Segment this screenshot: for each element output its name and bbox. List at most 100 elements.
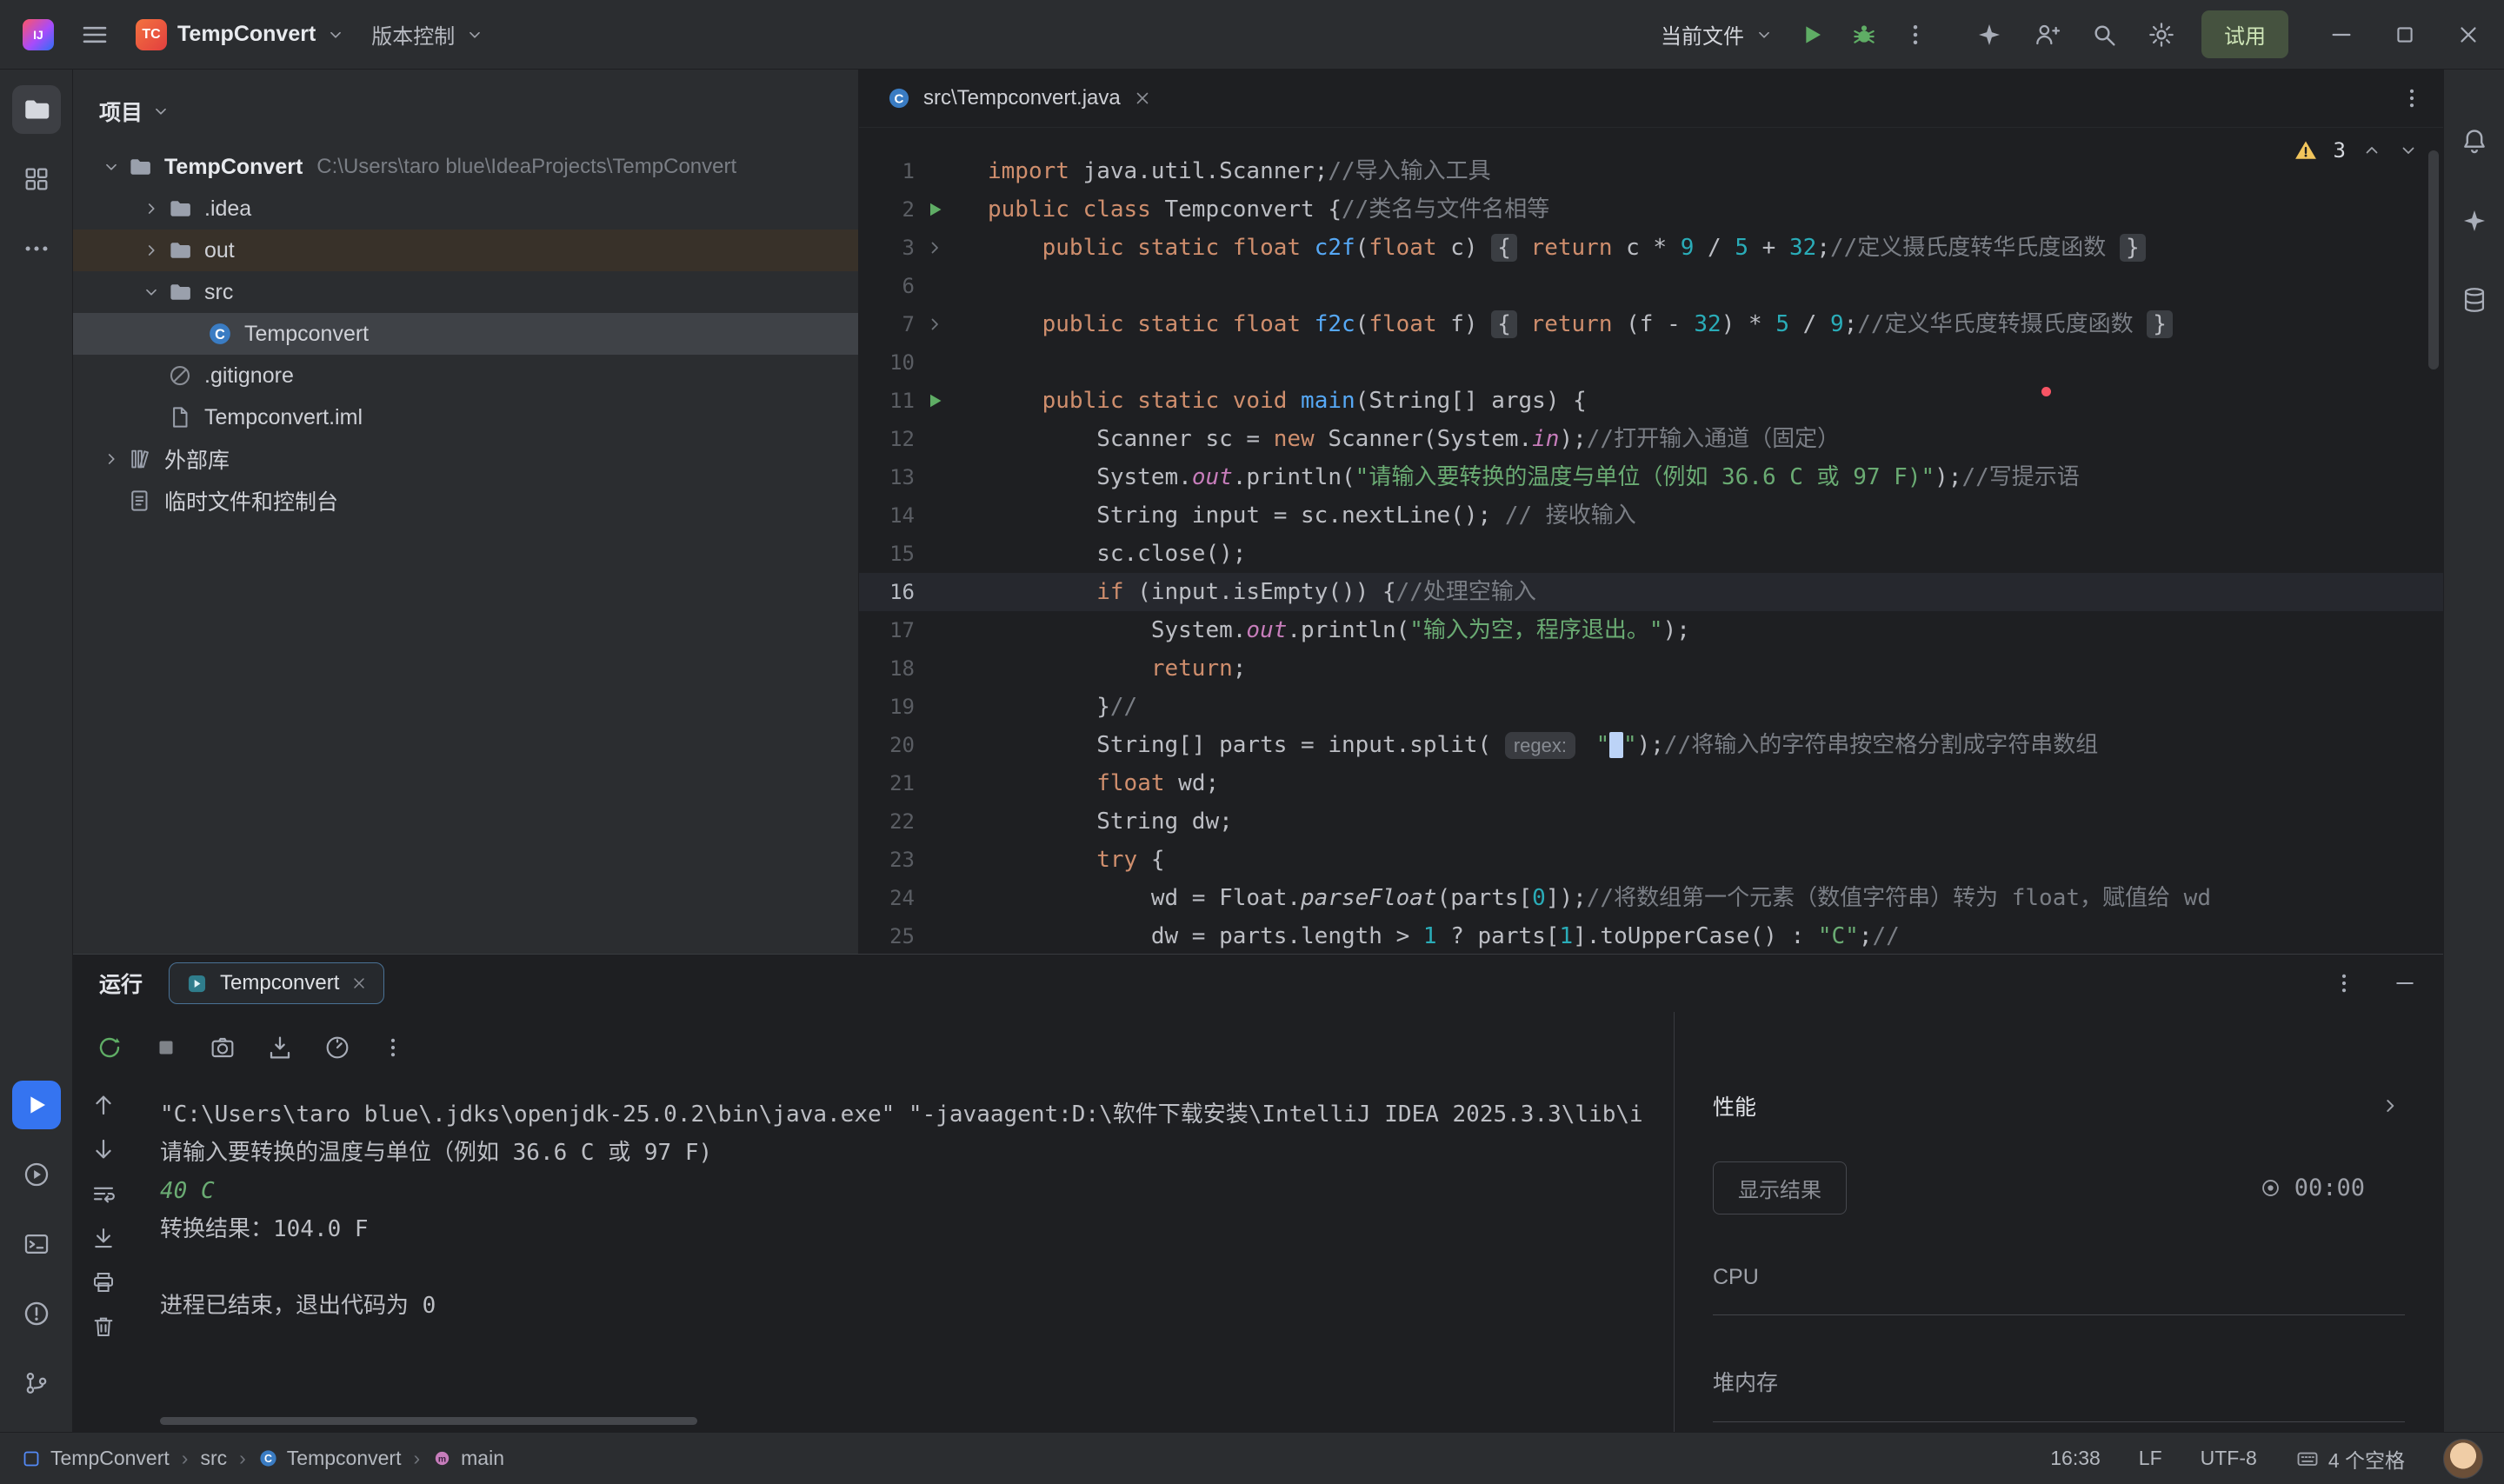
- tree-item--gitignore[interactable]: .gitignore: [73, 355, 858, 396]
- run-tab[interactable]: Tempconvert: [169, 962, 384, 1004]
- code-area[interactable]: 1import java.util.Scanner;//导入输入工具2publi…: [859, 128, 2443, 954]
- code-line-20[interactable]: 20 String[] parts = input.split( regex: …: [859, 726, 2443, 764]
- tree-item-tempconvert[interactable]: Tempconvert: [73, 313, 858, 355]
- code-line-10[interactable]: 10: [859, 343, 2443, 382]
- code-line-13[interactable]: 13 System.out.println("请输入要转换的温度与单位（例如 3…: [859, 458, 2443, 496]
- database-toolwindow-button[interactable]: [2460, 285, 2489, 315]
- stop-button[interactable]: [153, 1035, 179, 1061]
- scroll-to-end-button[interactable]: [90, 1225, 117, 1251]
- more-run-options-button[interactable]: [1902, 22, 1928, 48]
- run-toolwindow-button[interactable]: [12, 1081, 61, 1129]
- code-line-15[interactable]: 15 sc.close();: [859, 535, 2443, 573]
- terminal-toolwindow-button[interactable]: [12, 1220, 61, 1268]
- tree-item-src[interactable]: src: [73, 271, 858, 313]
- prev-warning-chevron-up-icon[interactable]: [2361, 140, 2382, 161]
- close-window-button[interactable]: [2455, 22, 2481, 48]
- more-toolwindows-button[interactable]: [12, 224, 61, 273]
- code-line-14[interactable]: 14 String input = sc.nextLine(); // 接收输入: [859, 496, 2443, 535]
- ai-toolwindow-button[interactable]: [2461, 207, 2488, 235]
- tab-close-icon[interactable]: [1133, 89, 1152, 108]
- tree-item-out[interactable]: out: [73, 230, 858, 271]
- tree-item-tempconvert[interactable]: TempConvertC:\Users\taro blue\IdeaProjec…: [73, 146, 858, 188]
- structure-toolwindow-button[interactable]: [12, 155, 61, 203]
- profiler-button[interactable]: [323, 1034, 351, 1061]
- code-line-1[interactable]: 1import java.util.Scanner;//导入输入工具: [859, 152, 2443, 190]
- minimize-window-button[interactable]: [2328, 22, 2354, 48]
- breadcrumb-src[interactable]: src: [200, 1447, 227, 1470]
- clear-console-button[interactable]: [90, 1314, 117, 1340]
- project-toolwindow-button[interactable]: [12, 85, 61, 134]
- main-menu-button[interactable]: [80, 20, 110, 50]
- run-config-selector[interactable]: 当前文件: [1661, 19, 1774, 50]
- chevron-right-icon[interactable]: [136, 199, 167, 218]
- console-output[interactable]: "C:\Users\taro blue\.jdks\openjdk-25.0.2…: [134, 1083, 1674, 1432]
- search-everywhere-button[interactable]: [2090, 21, 2118, 49]
- caret-position-widget[interactable]: 16:38: [2050, 1447, 2101, 1470]
- tree-item-tempconvert-iml[interactable]: Tempconvert.iml: [73, 396, 858, 438]
- tree-item--idea[interactable]: .idea: [73, 188, 858, 230]
- code-line-24[interactable]: 24 wd = Float.parseFloat(parts[0]);//将数组…: [859, 879, 2443, 917]
- git-toolwindow-button[interactable]: [12, 1359, 61, 1407]
- settings-button[interactable]: [2148, 21, 2175, 49]
- code-line-11[interactable]: 11 public static void main(String[] args…: [859, 382, 2443, 420]
- chevron-right-icon[interactable]: [136, 241, 167, 260]
- chevron-right-icon[interactable]: [96, 449, 127, 469]
- run-gutter-icon[interactable]: [915, 190, 955, 229]
- import-results-button[interactable]: [266, 1034, 294, 1061]
- code-line-7[interactable]: 7 public static float f2c(float f) { ret…: [859, 305, 2443, 343]
- next-warning-chevron-down-icon[interactable]: [2398, 140, 2419, 161]
- run-button[interactable]: [1798, 21, 1826, 49]
- maximize-window-button[interactable]: [2393, 23, 2417, 47]
- code-line-21[interactable]: 21 float wd;: [859, 764, 2443, 802]
- code-line-6[interactable]: 6: [859, 267, 2443, 305]
- tab-close-icon[interactable]: [350, 975, 368, 992]
- editor-options-button[interactable]: [2400, 86, 2424, 110]
- project-panel-header[interactable]: 项目: [73, 70, 858, 143]
- editor-tab[interactable]: src\Tempconvert.java: [878, 70, 1161, 127]
- user-avatar[interactable]: [2443, 1439, 2483, 1479]
- indent-widget[interactable]: 4 个空格: [2295, 1444, 2405, 1474]
- chevron-down-icon[interactable]: [136, 283, 167, 302]
- code-with-me-button[interactable]: [2033, 21, 2061, 49]
- notifications-button[interactable]: [2460, 127, 2489, 156]
- run-panel-title[interactable]: 运行: [99, 968, 143, 999]
- debug-button[interactable]: [1850, 21, 1878, 49]
- encoding-widget[interactable]: UTF-8: [2201, 1447, 2257, 1470]
- console-horizontal-scrollbar[interactable]: [160, 1417, 697, 1425]
- code-line-17[interactable]: 17 System.out.println("输入为空，程序退出。");: [859, 611, 2443, 649]
- problems-toolwindow-button[interactable]: [12, 1289, 61, 1338]
- code-line-25[interactable]: 25 dw = parts.length > 1 ? parts[1].toUp…: [859, 917, 2443, 954]
- code-line-18[interactable]: 18 return;: [859, 649, 2443, 688]
- hide-run-panel-button[interactable]: [2393, 971, 2417, 995]
- code-line-2[interactable]: 2public class Tempconvert {//类名与文件名相等: [859, 190, 2443, 229]
- code-line-12[interactable]: 12 Scanner sc = new Scanner(System.in);/…: [859, 420, 2443, 458]
- scroll-down-button[interactable]: [90, 1136, 117, 1162]
- services-toolwindow-button[interactable]: [12, 1150, 61, 1199]
- project-widget[interactable]: TC TempConvert: [136, 19, 345, 50]
- tree-item-外部库[interactable]: 外部库: [73, 438, 858, 480]
- breadcrumb-class[interactable]: Tempconvert: [258, 1447, 402, 1470]
- fold-gutter-icon[interactable]: [915, 229, 955, 267]
- rerun-button[interactable]: [96, 1034, 123, 1061]
- code-line-22[interactable]: 22 String dw;: [859, 802, 2443, 841]
- chevron-down-icon[interactable]: [96, 157, 127, 176]
- line-separator-widget[interactable]: LF: [2139, 1447, 2162, 1470]
- soft-wrap-button[interactable]: [90, 1181, 117, 1207]
- code-line-16[interactable]: 16 if (input.isEmpty()) {//处理空输入: [859, 573, 2443, 611]
- code-line-23[interactable]: 23 try {: [859, 841, 2443, 879]
- scroll-up-button[interactable]: [90, 1092, 117, 1118]
- console-options-button[interactable]: [381, 1035, 405, 1060]
- print-button[interactable]: [90, 1269, 117, 1295]
- fold-gutter-icon[interactable]: [915, 305, 955, 343]
- ai-assistant-button[interactable]: [1975, 21, 2003, 49]
- chevron-right-icon[interactable]: [2379, 1095, 2401, 1117]
- tree-item-临时文件和控制台[interactable]: 临时文件和控制台: [73, 480, 858, 522]
- code-line-3[interactable]: 3 public static float c2f(float c) { ret…: [859, 229, 2443, 267]
- vcs-widget[interactable]: 版本控制: [371, 19, 484, 50]
- idea-logo[interactable]: IJ: [23, 19, 54, 50]
- editor-vertical-scrollbar[interactable]: [2428, 150, 2439, 369]
- breadcrumb-project[interactable]: TempConvert: [21, 1447, 170, 1470]
- inspections-widget[interactable]: 3: [2294, 138, 2419, 163]
- breadcrumb-method[interactable]: main: [432, 1447, 504, 1470]
- trial-button[interactable]: 试用: [2201, 10, 2288, 58]
